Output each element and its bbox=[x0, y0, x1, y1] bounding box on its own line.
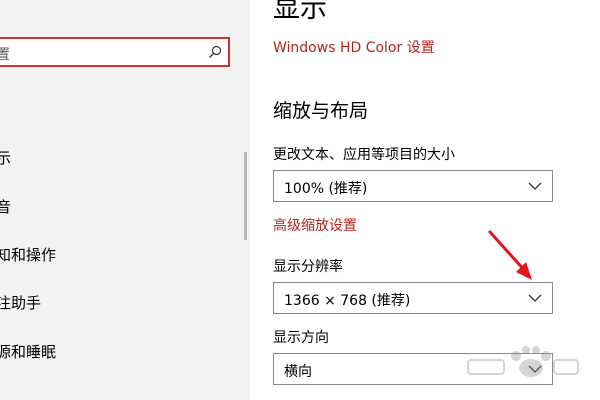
page-title: 显示 bbox=[273, 0, 327, 24]
search-icon[interactable] bbox=[208, 45, 222, 59]
nav-item-display[interactable]: 示 bbox=[0, 147, 11, 168]
text-size-value: 100% (推荐) bbox=[284, 181, 368, 197]
search-placeholder: 置 bbox=[0, 47, 10, 63]
nav-item-focus-assist[interactable]: 注助手 bbox=[0, 292, 41, 313]
orientation-label: 显示方向 bbox=[273, 330, 329, 346]
nav-item-label: 源和睡眠 bbox=[0, 343, 57, 361]
text-size-label: 更改文本、应用等项目的大小 bbox=[273, 147, 455, 163]
nav-item-sound[interactable]: 音 bbox=[0, 196, 11, 217]
search-settings-box[interactable]: 置 bbox=[0, 37, 230, 67]
resolution-value: 1366 × 768 (推荐) bbox=[284, 293, 411, 309]
hd-color-settings-link[interactable]: Windows HD Color 设置 bbox=[273, 37, 435, 57]
resolution-dropdown[interactable]: 1366 × 768 (推荐) bbox=[273, 282, 553, 314]
text-size-dropdown[interactable]: 100% (推荐) bbox=[273, 170, 553, 202]
scale-layout-heading: 缩放与布局 bbox=[273, 100, 369, 122]
nav-item-notifications[interactable]: 知和操作 bbox=[0, 244, 56, 265]
nav-item-power-sleep[interactable]: 源和睡眠 bbox=[0, 341, 56, 362]
orientation-dropdown[interactable]: 横向 bbox=[273, 353, 553, 385]
display-settings-panel: 显示 Windows HD Color 设置 缩放与布局 更改文本、应用等项目的… bbox=[250, 0, 600, 400]
chevron-down-icon bbox=[528, 182, 542, 190]
nav-item-label: 注助手 bbox=[0, 294, 42, 312]
advanced-scaling-link[interactable]: 高级缩放设置 bbox=[273, 215, 357, 235]
settings-sidebar: 置 示 音 知和操作 注助手 源和睡眠 bbox=[0, 0, 250, 400]
nav-item-label: 音 bbox=[0, 198, 12, 216]
nav-item-label: 知和操作 bbox=[0, 246, 57, 264]
resolution-label: 显示分辨率 bbox=[273, 259, 343, 275]
chevron-down-icon bbox=[528, 294, 542, 302]
orientation-value: 横向 bbox=[284, 364, 312, 380]
nav-item-label: 示 bbox=[0, 149, 12, 167]
sidebar-scrollbar[interactable] bbox=[244, 152, 247, 240]
chevron-down-icon bbox=[528, 365, 542, 373]
